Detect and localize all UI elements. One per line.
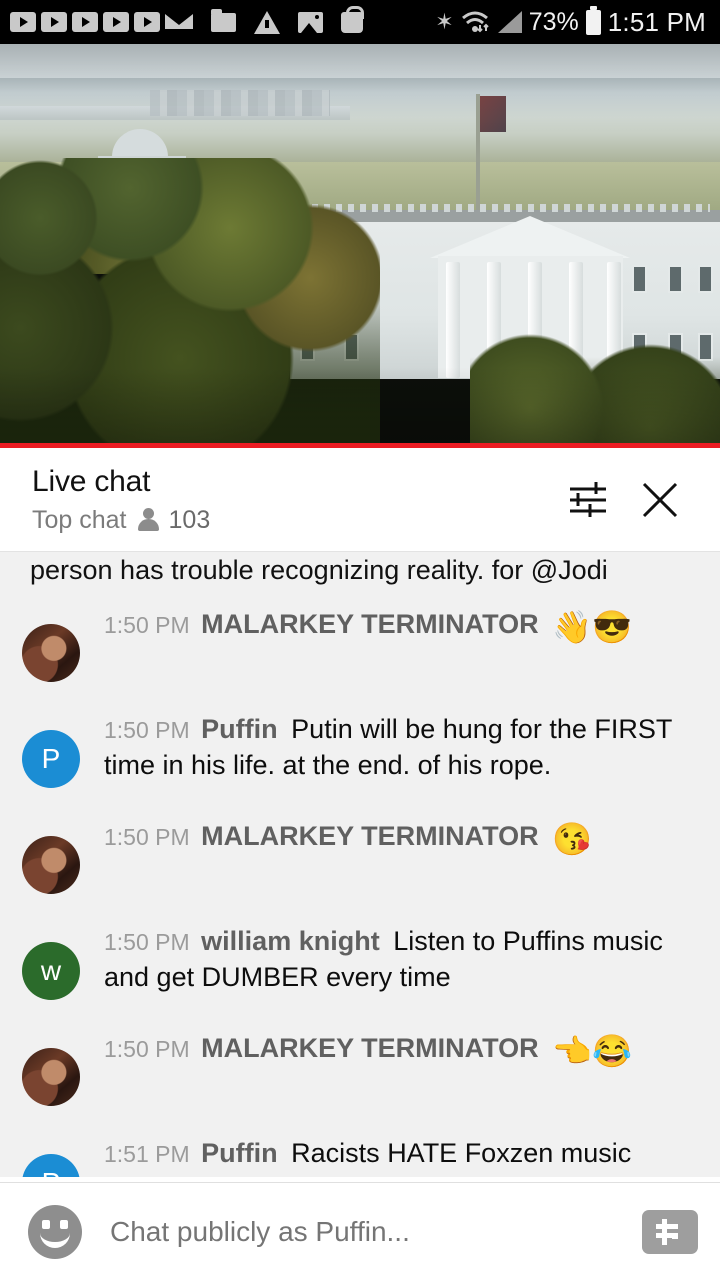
chat-message-body: 1:50 PM william knight Listen to Puffins…	[80, 918, 696, 995]
wifi-icon	[461, 10, 491, 34]
chat-message-row[interactable]: 1:50 PM MALARKEY TERMINATOR 👋😎	[0, 588, 720, 694]
avatar-letter: P	[41, 743, 61, 774]
chat-settings-button[interactable]	[552, 464, 624, 536]
message-emoji: 👈😂	[552, 1033, 632, 1069]
chat-message-row[interactable]: P 1:50 PM Puffin Putin will be hung for …	[0, 694, 720, 800]
foreground-trees-left	[0, 158, 380, 448]
status-bar-right-icons: ✶ 73% 1:51 PM	[435, 5, 706, 38]
message-author[interactable]: Puffin	[201, 714, 283, 744]
status-bar: ✶ 73% 1:51 PM	[0, 0, 720, 44]
top-chat-label[interactable]: Top chat	[32, 506, 127, 535]
avatar[interactable]: w	[22, 942, 80, 1000]
chat-message-row[interactable]: P 1:51 PM Puffin Racists HATE Foxzen mus…	[0, 1118, 720, 1177]
chat-message-row[interactable]: w 1:50 PM william knight Listen to Puffi…	[0, 906, 720, 1012]
warning-icon	[254, 10, 280, 34]
super-chat-dollar-icon[interactable]	[642, 1209, 698, 1254]
battery-icon	[585, 5, 601, 35]
message-timestamp: 1:50 PM	[104, 929, 190, 955]
chat-input-bar	[0, 1182, 720, 1280]
chat-message-body: 1:50 PM Puffin Putin will be hung for th…	[80, 706, 696, 783]
chat-input[interactable]	[82, 1215, 642, 1248]
clock-label: 1:51 PM	[607, 6, 706, 37]
message-timestamp: 1:50 PM	[104, 824, 190, 850]
folder-icon	[211, 8, 236, 32]
message-timestamp: 1:50 PM	[104, 717, 190, 743]
flag	[480, 96, 506, 132]
youtube-play-2-icon	[41, 12, 67, 32]
wifi-icon-svg	[461, 11, 489, 33]
bluetooth-icon: ✶	[435, 9, 454, 34]
distant-skyline	[150, 90, 330, 116]
live-chat-header: Live chat Top chat 103	[0, 448, 720, 552]
message-emoji: 😘	[552, 821, 593, 857]
message-author[interactable]: MALARKEY TERMINATOR	[201, 821, 545, 851]
chat-message-body: 1:50 PM MALARKEY TERMINATOR 👋😎	[80, 600, 696, 648]
chat-message-body: 1:50 PM MALARKEY TERMINATOR 👈😂	[80, 1024, 696, 1072]
video-progress-bar[interactable]	[0, 443, 720, 448]
app-root: ✶ 73% 1:51 PM Live chat Top chat 103 per…	[0, 0, 720, 1280]
cellular-signal-icon	[497, 11, 522, 33]
avatar[interactable]	[22, 836, 80, 894]
youtube-play-5-icon	[134, 12, 160, 32]
avatar[interactable]	[22, 624, 80, 682]
video-player[interactable]	[0, 44, 720, 448]
bag-icon	[341, 5, 364, 33]
message-timestamp: 1:50 PM	[104, 1036, 190, 1062]
message-emoji: 👋😎	[552, 609, 632, 645]
chat-message-row[interactable]: 1:50 PM MALARKEY TERMINATOR 😘	[0, 800, 720, 906]
live-chat-message-list[interactable]: person has trouble recognizing reality. …	[0, 552, 720, 1177]
portico-column-1	[446, 262, 460, 378]
close-icon	[642, 482, 678, 517]
tune-icon	[570, 481, 606, 517]
avatar-letter: w	[40, 955, 62, 986]
partial-scrolled-message: person has trouble recognizing reality. …	[30, 555, 608, 585]
message-author[interactable]: william knight	[201, 926, 386, 956]
live-chat-title: Live chat	[32, 464, 151, 498]
message-timestamp: 1:51 PM	[104, 1141, 190, 1167]
image-icon	[298, 11, 323, 33]
avatar[interactable]: P	[22, 1154, 80, 1177]
avatar[interactable]: P	[22, 730, 80, 788]
message-author[interactable]: Puffin	[201, 1138, 283, 1168]
message-author[interactable]: MALARKEY TERMINATOR	[201, 609, 545, 639]
foreground-trees-right	[470, 318, 720, 448]
dollar-glyph	[656, 1218, 678, 1245]
live-chat-subrow: Top chat 103	[32, 506, 552, 535]
youtube-play-4-icon	[103, 12, 129, 32]
status-bar-left-icons	[10, 5, 435, 34]
person-icon	[137, 508, 159, 532]
viewer-count-label: 103	[168, 505, 211, 534]
message-author[interactable]: MALARKEY TERMINATOR	[201, 1033, 545, 1063]
crown-icon	[165, 13, 193, 31]
avatar[interactable]	[22, 1048, 80, 1106]
youtube-play-3-icon	[72, 12, 98, 32]
live-chat-header-texts: Live chat Top chat 103	[32, 465, 552, 535]
message-timestamp: 1:50 PM	[104, 612, 190, 638]
avatar-letter: P	[42, 1167, 61, 1177]
white-house-pediment	[430, 216, 630, 258]
battery-percent-label: 73%	[528, 7, 579, 36]
chat-message-row[interactable]: 1:50 PM MALARKEY TERMINATOR 👈😂	[0, 1012, 720, 1118]
close-chat-button[interactable]	[624, 464, 696, 536]
chat-message-body: 1:50 PM MALARKEY TERMINATOR 😘	[80, 812, 696, 860]
chat-message-body: 1:51 PM Puffin Racists HATE Foxzen music	[80, 1130, 696, 1172]
message-text: Racists HATE Foxzen music	[291, 1138, 632, 1168]
youtube-play-1-icon	[10, 12, 36, 32]
emoji-smiley-icon[interactable]	[28, 1204, 82, 1259]
